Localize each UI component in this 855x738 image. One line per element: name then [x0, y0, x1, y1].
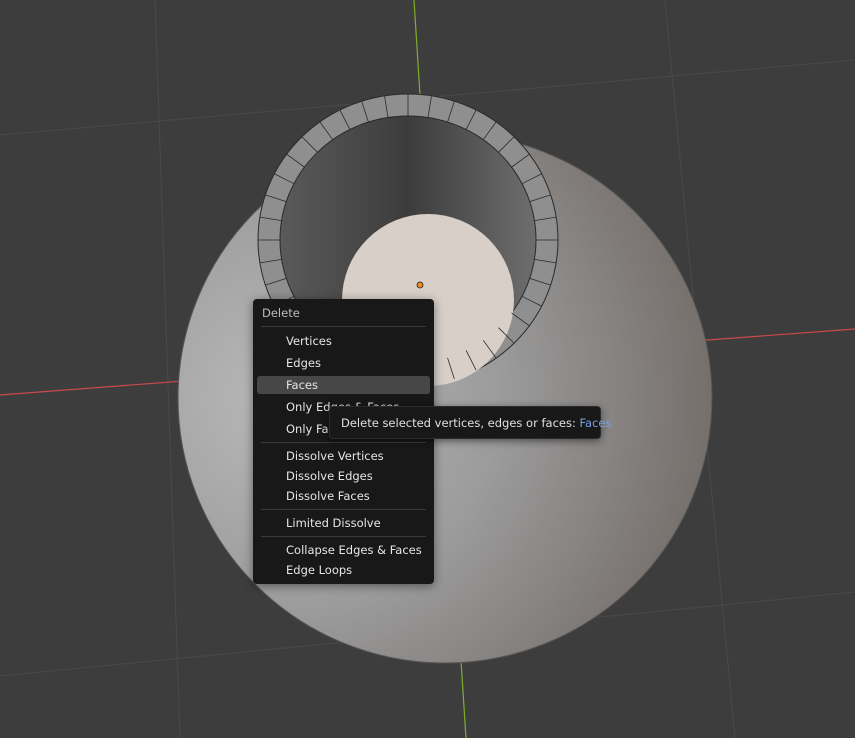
menu-item-edges[interactable]: Edges	[257, 354, 430, 372]
menu-item-collapse-edges-faces[interactable]: Collapse Edges & Faces	[257, 541, 430, 559]
tooltip-value: Faces	[579, 416, 612, 430]
menu-item-vertices[interactable]: Vertices	[257, 332, 430, 350]
y-axis	[413, 0, 421, 96]
tooltip: Delete selected vertices, edges or faces…	[329, 406, 612, 439]
menu-item-label: Faces	[286, 378, 318, 392]
menu-item-label: Edges	[286, 356, 321, 370]
menu-separator	[261, 326, 426, 327]
delete-menu: Delete Vertices Edges Faces Only Edges &…	[253, 299, 434, 584]
origin-dot	[416, 281, 424, 289]
menu-item-label: Dissolve Vertices	[286, 449, 384, 463]
menu-title: Delete	[262, 306, 300, 320]
menu-item-dissolve-faces[interactable]: Dissolve Faces	[257, 487, 430, 505]
tooltip-text: Delete selected vertices, edges or faces…	[341, 416, 612, 430]
menu-item-edge-loops[interactable]: Edge Loops	[257, 561, 430, 579]
menu-item-dissolve-vertices[interactable]: Dissolve Vertices	[257, 447, 430, 465]
menu-item-label: Dissolve Edges	[286, 469, 373, 483]
menu-item-limited-dissolve[interactable]: Limited Dissolve	[257, 514, 430, 532]
menu-item-dissolve-edges[interactable]: Dissolve Edges	[257, 467, 430, 485]
menu-separator	[261, 509, 426, 510]
menu-separator	[261, 442, 426, 443]
menu-item-faces[interactable]: Faces	[257, 376, 430, 394]
menu-item-label: Edge Loops	[286, 563, 353, 577]
menu-separator	[261, 536, 426, 537]
menu-item-label: Collapse Edges & Faces	[286, 543, 422, 557]
tooltip-description: Delete selected vertices, edges or faces…	[341, 416, 580, 430]
menu-item-label: Limited Dissolve	[286, 516, 381, 530]
menu-item-label: Dissolve Faces	[286, 489, 370, 503]
menu-item-label: Vertices	[286, 334, 332, 348]
